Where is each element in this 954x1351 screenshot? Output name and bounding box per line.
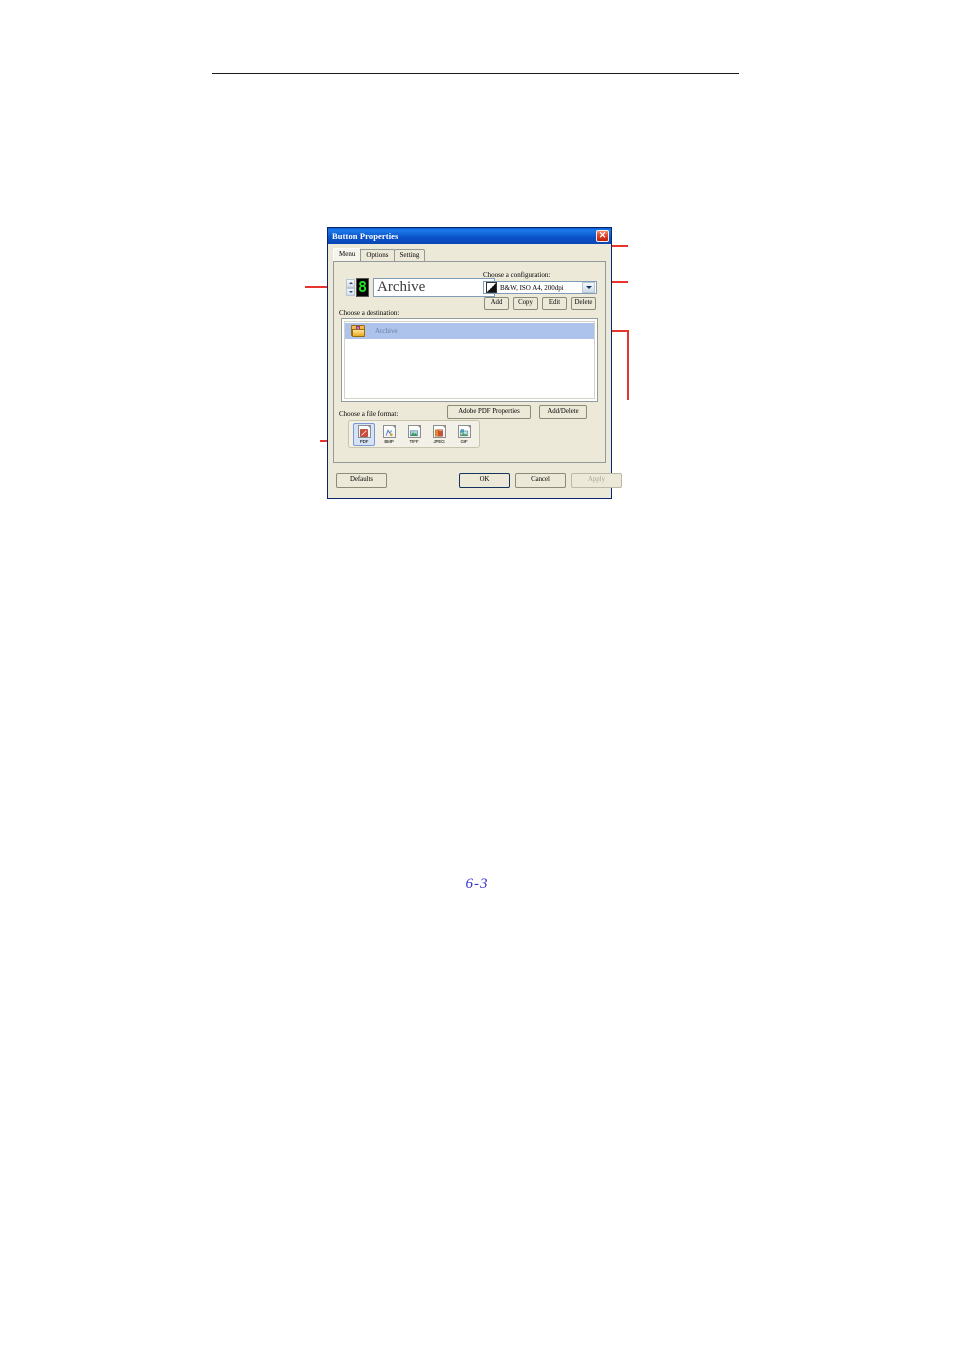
button-properties-dialog: Button Properties ✕ Menu Options Setting… [327,227,622,499]
pdf-file-icon [357,424,371,438]
annotation-bracket-vertical [627,330,629,400]
list-item[interactable]: Archive [345,323,594,339]
tab-setting[interactable]: Setting [393,249,426,261]
format-button-pdf[interactable]: PDF [353,422,375,446]
close-icon[interactable]: ✕ [596,229,609,242]
cancel-button[interactable]: Cancel [515,473,566,488]
format-button-tiff[interactable]: TIFF [403,423,425,446]
dialog-title: Button Properties [332,231,399,241]
button-number-stepper[interactable] [346,279,355,296]
chevron-down-icon[interactable] [582,282,595,293]
tab-options[interactable]: Options [360,249,395,261]
configuration-selected-value: B&W, ISO A4, 200dpi [500,283,564,292]
bw-mode-icon [486,282,497,293]
format-button-gif[interactable]: GIF [453,423,475,446]
destination-item-label: Archive [375,327,398,335]
format-label-tiff: TIFF [409,438,419,444]
menu-panel: 8 Archive Choose a configuration: B&W, I… [337,265,602,461]
tiff-file-icon [407,424,421,438]
destination-label: Choose a destination: [339,309,400,317]
format-label-pdf: PDF [359,438,369,444]
add-configuration-button[interactable]: Add [484,297,509,310]
apply-button: Apply [571,473,622,488]
adobe-pdf-properties-button[interactable]: Adobe PDF Properties [447,405,531,419]
format-label-gif: GIF [460,438,468,444]
configuration-dropdown[interactable]: B&W, ISO A4, 200dpi [483,281,597,294]
folder-icon [351,325,366,337]
tab-panel-menu: 8 Archive Choose a configuration: B&W, I… [333,261,606,463]
spin-up-arrow-icon[interactable] [346,279,355,288]
button-name-input[interactable]: Archive [373,278,495,297]
spin-down-arrow-icon[interactable] [346,287,355,296]
format-button-bmp[interactable]: BMP [378,423,400,446]
configuration-label: Choose a configuration: [483,271,551,279]
destination-list[interactable]: Archive [341,318,598,402]
dialog-action-bar: Defaults OK Cancel Apply [328,471,622,493]
jpeg-file-icon [432,424,446,438]
page-header-rule [212,73,739,74]
format-label-bmp: BMP [384,438,394,444]
add-delete-format-button[interactable]: Add/Delete [539,405,587,419]
delete-configuration-button[interactable]: Delete [571,297,596,310]
destination-list-inner: Archive [344,321,595,399]
gif-file-icon [457,424,471,438]
edit-configuration-button[interactable]: Edit [542,297,567,310]
tab-menu[interactable]: Menu [333,248,362,261]
file-format-label: Choose a file format: [339,410,399,418]
bmp-file-icon [382,424,396,438]
format-button-jpeg[interactable]: JPEG [428,423,450,446]
button-number-row: 8 Archive [346,278,495,297]
dialog-titlebar[interactable]: Button Properties ✕ [328,228,611,244]
defaults-button[interactable]: Defaults [336,473,387,488]
button-number-display: 8 [356,278,369,297]
ok-button[interactable]: OK [459,473,510,488]
format-label-jpeg: JPEG [433,438,445,444]
configuration-button-group: Add Copy Edit Delete [484,297,596,310]
copy-configuration-button[interactable]: Copy [513,297,538,310]
page-number: 6-3 [465,876,489,892]
tab-bar: Menu Options Setting [333,248,611,261]
file-format-toolbar: PDF BMP TIFF JPEG GIF [348,420,480,448]
